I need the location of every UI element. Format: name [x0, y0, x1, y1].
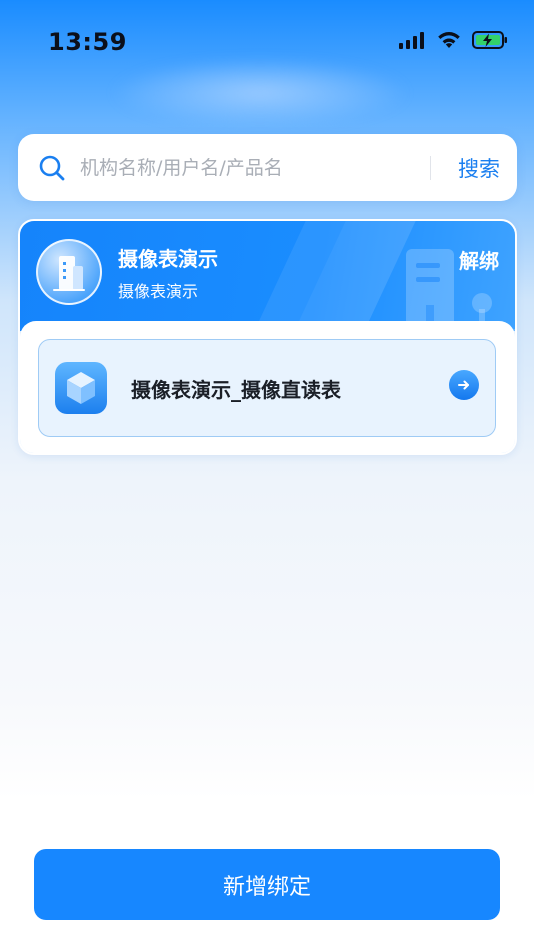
device-list-item[interactable]: 摄像表演示_摄像直读表	[38, 339, 496, 437]
battery-charging-icon	[472, 31, 507, 49]
search-button[interactable]: 搜索	[458, 150, 500, 186]
add-binding-button[interactable]: 新增绑定	[34, 849, 500, 920]
arrow-right-icon	[449, 370, 479, 400]
search-icon	[39, 155, 65, 181]
cellular-signal-icon	[399, 32, 424, 49]
org-card-body: 摄像表演示_摄像直读表	[20, 321, 515, 453]
org-subtitle: 摄像表演示	[118, 282, 199, 301]
unbind-button[interactable]: 解绑	[459, 245, 499, 274]
status-icons	[398, 30, 508, 50]
status-time: 13:59	[48, 28, 127, 56]
device-label: 摄像表演示_摄像直读表	[131, 378, 341, 402]
search-bar: 搜索	[18, 134, 517, 201]
blurred-header-title	[110, 58, 410, 128]
wifi-icon	[438, 32, 460, 48]
org-card-header: 摄像表演示 摄像表演示 解绑	[20, 221, 515, 333]
org-title: 摄像表演示	[118, 247, 218, 271]
search-input[interactable]	[80, 148, 420, 188]
building-icon	[53, 256, 85, 291]
cube-icon	[55, 362, 107, 414]
search-divider	[430, 156, 431, 180]
org-avatar	[36, 239, 102, 305]
org-card: 摄像表演示 摄像表演示 解绑 摄像表演示_摄像直读表	[18, 219, 517, 455]
